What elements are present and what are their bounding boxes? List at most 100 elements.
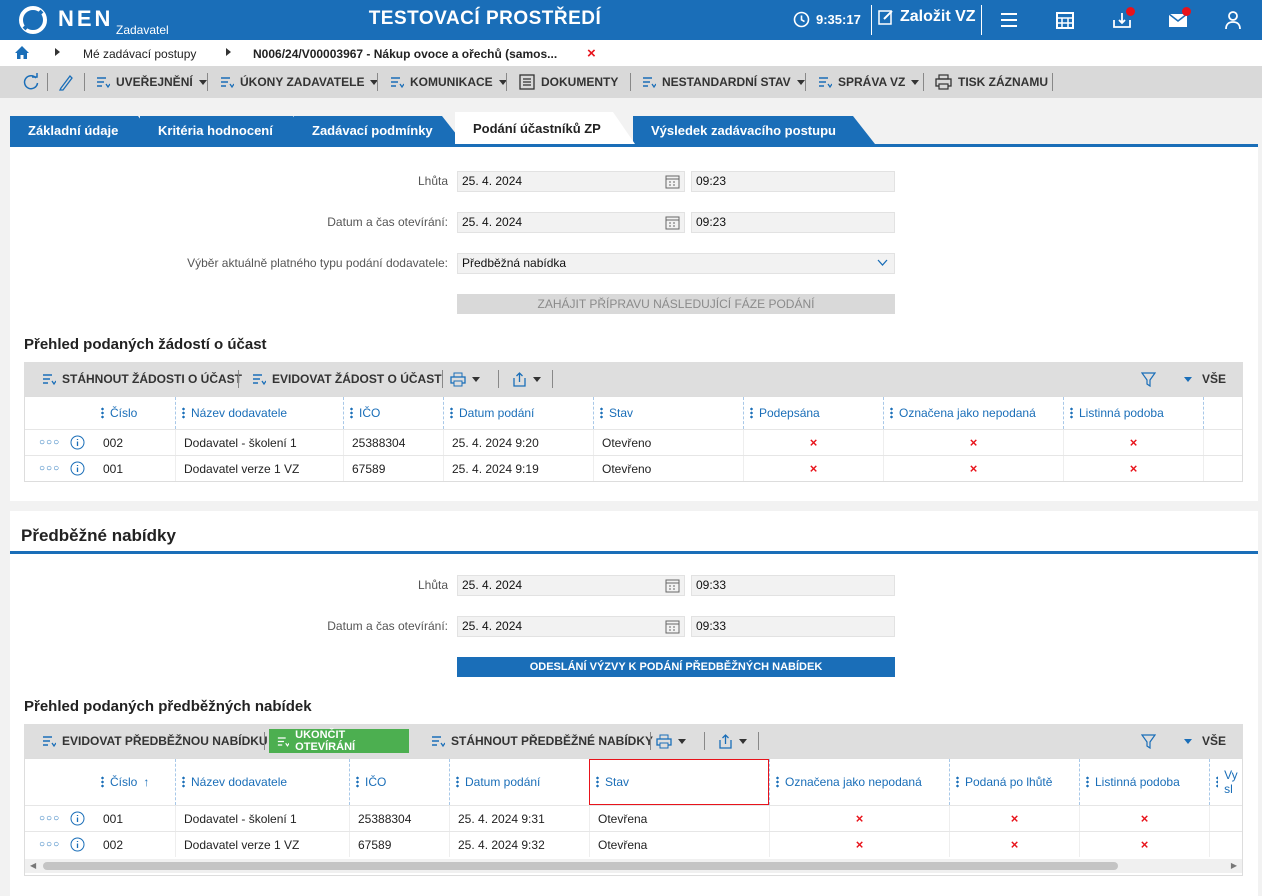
column-header-number[interactable]: Číslo: [95, 397, 137, 429]
tab-evaluation-criteria[interactable]: Kritéria hodnocení: [140, 116, 315, 144]
deadline-time-field[interactable]: 09:23: [691, 171, 895, 192]
column-header-ico[interactable]: IČO: [343, 397, 380, 429]
more-options-icon[interactable]: ○○○: [39, 463, 60, 474]
download-offers-button[interactable]: STÁHNOUT PŘEDBĚŽNÉ NABÍDKY: [431, 724, 653, 758]
column-header-state[interactable]: Stav: [593, 397, 633, 429]
print-menu[interactable]: [656, 724, 686, 758]
column-menu-icon[interactable]: [1216, 776, 1219, 788]
table-row[interactable]: ○○○ 001 Dodavatel verze 1 VZ 67589 25. 4…: [25, 455, 1242, 481]
communication-menu[interactable]: KOMUNIKACE: [390, 66, 507, 98]
tab-basic-info[interactable]: Základní údaje: [10, 116, 160, 144]
column-menu-icon[interactable]: [956, 776, 959, 788]
scrollbar-thumb[interactable]: [43, 862, 1118, 870]
refresh-icon[interactable]: [22, 73, 40, 91]
sort-ascending-icon[interactable]: ↑: [143, 775, 149, 789]
tab-participant-submissions[interactable]: Podání účastníků ZP: [455, 112, 635, 144]
menu-icon[interactable]: [999, 10, 1019, 30]
table-row[interactable]: ○○○ 002 Dodavatel verze 1 VZ 67589 25. 4…: [25, 831, 1242, 857]
more-options-icon[interactable]: ○○○: [39, 839, 60, 850]
column-menu-icon[interactable]: [101, 407, 104, 419]
home-icon[interactable]: [15, 46, 29, 59]
column-header-paper-form[interactable]: Listinná podoba: [1063, 397, 1164, 429]
column-header-late[interactable]: Podaná po lhůtě: [949, 759, 1052, 805]
column-header-state[interactable]: Stav: [589, 759, 769, 805]
calendar-icon[interactable]: [665, 215, 680, 230]
calendar-icon[interactable]: [665, 578, 680, 593]
nonstandard-menu[interactable]: NESTANDARDNÍ STAV: [642, 66, 805, 98]
column-menu-icon[interactable]: [750, 407, 753, 419]
close-icon[interactable]: ×: [587, 45, 596, 62]
column-menu-icon[interactable]: [890, 407, 893, 419]
opening-date-field[interactable]: 25. 4. 2024: [457, 616, 685, 637]
send-invitation-button[interactable]: ODESLÁNÍ VÝZVY K PODÁNÍ PŘEDBĚŽNÝCH NABÍ…: [457, 657, 895, 677]
calendar-icon[interactable]: [665, 619, 680, 634]
filter-icon[interactable]: [1141, 734, 1156, 749]
column-header-not-submitted[interactable]: Označena jako nepodaná: [883, 397, 1036, 429]
more-options-icon[interactable]: ○○○: [39, 437, 60, 448]
column-header-extra[interactable]: Vy sl: [1209, 759, 1242, 805]
column-menu-icon[interactable]: [101, 776, 104, 788]
calendar-icon[interactable]: [665, 174, 680, 189]
pencil-icon[interactable]: [58, 73, 74, 91]
download-requests-button[interactable]: STÁHNOUT ŽÁDOSTI O ÚČAST: [42, 362, 242, 396]
scroll-left-icon[interactable]: ◀: [30, 861, 36, 870]
column-menu-icon[interactable]: [182, 776, 185, 788]
register-request-button[interactable]: EVIDOVAT ŽÁDOST O ÚČAST: [252, 362, 442, 396]
column-menu-icon[interactable]: [600, 407, 603, 419]
manage-menu[interactable]: SPRÁVA VZ: [818, 66, 920, 98]
new-contract-button[interactable]: Založit VZ: [877, 8, 976, 26]
column-header-ico[interactable]: IČO: [349, 759, 386, 805]
column-menu-icon[interactable]: [1070, 407, 1073, 419]
more-options-icon[interactable]: ○○○: [39, 813, 60, 824]
tab-procedure-result[interactable]: Výsledek zadávacího postupu: [633, 116, 875, 144]
actions-menu[interactable]: ÚKONY ZADAVATELE: [220, 66, 379, 98]
column-menu-icon[interactable]: [356, 776, 359, 788]
export-menu[interactable]: [718, 724, 747, 758]
register-offer-button[interactable]: EVIDOVAT PŘEDBĚŽNOU NABÍDKU: [42, 724, 268, 758]
column-menu-icon[interactable]: [456, 776, 459, 788]
publish-menu[interactable]: UVEŘEJNĚNÍ: [96, 66, 207, 98]
submission-type-select[interactable]: Předběžná nabídka: [457, 253, 895, 274]
column-header-supplier[interactable]: Název dodavatele: [175, 397, 287, 429]
column-menu-icon[interactable]: [596, 776, 599, 788]
table-row[interactable]: ○○○ 002 Dodavatel - školení 1 25388304 2…: [25, 429, 1242, 455]
table-row[interactable]: ○○○ 001 Dodavatel - školení 1 25388304 2…: [25, 805, 1242, 831]
column-menu-icon[interactable]: [450, 407, 453, 419]
info-icon[interactable]: [70, 435, 85, 450]
column-header-date[interactable]: Datum podání: [449, 759, 540, 805]
show-all-menu[interactable]: VŠE: [1184, 724, 1226, 758]
column-header-supplier[interactable]: Název dodavatele: [175, 759, 287, 805]
column-header-paper-form[interactable]: Listinná podoba: [1079, 759, 1180, 805]
column-header-signed[interactable]: Podepsána: [743, 397, 820, 429]
opening-time-field[interactable]: 09:23: [691, 212, 895, 233]
deadline-time-field[interactable]: 09:33: [691, 575, 895, 596]
finish-opening-button[interactable]: UKONČIT OTEVÍRÁNÍ: [269, 729, 409, 753]
opening-time-field[interactable]: 09:33: [691, 616, 895, 637]
info-icon[interactable]: [70, 811, 85, 826]
scroll-right-icon[interactable]: ▶: [1231, 861, 1237, 870]
deadline-date-field[interactable]: 25. 4. 2024: [457, 171, 685, 192]
documents-button[interactable]: DOKUMENTY: [519, 66, 618, 98]
prepare-next-phase-button[interactable]: ZAHÁJIT PŘÍPRAVU NÁSLEDUJÍCÍ FÁZE PODÁNÍ: [457, 294, 895, 314]
calendar-icon[interactable]: [1055, 10, 1075, 30]
column-menu-icon[interactable]: [1086, 776, 1089, 788]
tab-tender-conditions[interactable]: Zadávací podmínky: [294, 116, 464, 144]
show-all-menu[interactable]: VŠE: [1184, 362, 1226, 396]
column-header-number[interactable]: Číslo ↑: [95, 759, 149, 805]
opening-date-field[interactable]: 25. 4. 2024: [457, 212, 685, 233]
filter-icon[interactable]: [1141, 372, 1156, 387]
user-icon[interactable]: [1224, 10, 1242, 30]
export-menu[interactable]: [512, 362, 541, 396]
column-menu-icon[interactable]: [182, 407, 185, 419]
print-menu[interactable]: [450, 362, 480, 396]
info-icon[interactable]: [70, 837, 85, 852]
info-icon[interactable]: [70, 461, 85, 476]
horizontal-scrollbar[interactable]: ◀ ▶: [25, 859, 1242, 873]
deadline-date-field[interactable]: 25. 4. 2024: [457, 575, 685, 596]
breadcrumb-item[interactable]: Mé zadávací postupy: [83, 47, 196, 61]
print-record-button[interactable]: TISK ZÁZNAMU: [935, 66, 1048, 98]
column-menu-icon[interactable]: [776, 776, 779, 788]
column-menu-icon[interactable]: [350, 407, 353, 419]
column-header-date[interactable]: Datum podání: [443, 397, 534, 429]
column-header-not-submitted[interactable]: Označena jako nepodaná: [769, 759, 922, 805]
